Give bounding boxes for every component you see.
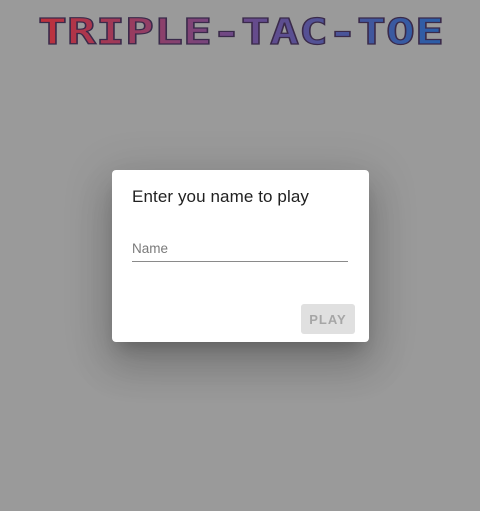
name-field xyxy=(132,236,348,262)
name-dialog: Enter you name to play PLAY xyxy=(112,170,369,342)
name-input-underline xyxy=(132,261,348,262)
logo: TRIPLE-TAC-TOE xyxy=(37,14,444,50)
name-input[interactable] xyxy=(132,236,348,260)
play-button[interactable]: PLAY xyxy=(301,304,355,334)
page: TRIPLE-TAC-TOE Enter you name to play PL… xyxy=(0,0,480,511)
logo-text: TRIPLE-TAC-TOE xyxy=(38,14,444,50)
header: TRIPLE-TAC-TOE xyxy=(0,0,480,72)
dialog-title: Enter you name to play xyxy=(132,187,310,206)
